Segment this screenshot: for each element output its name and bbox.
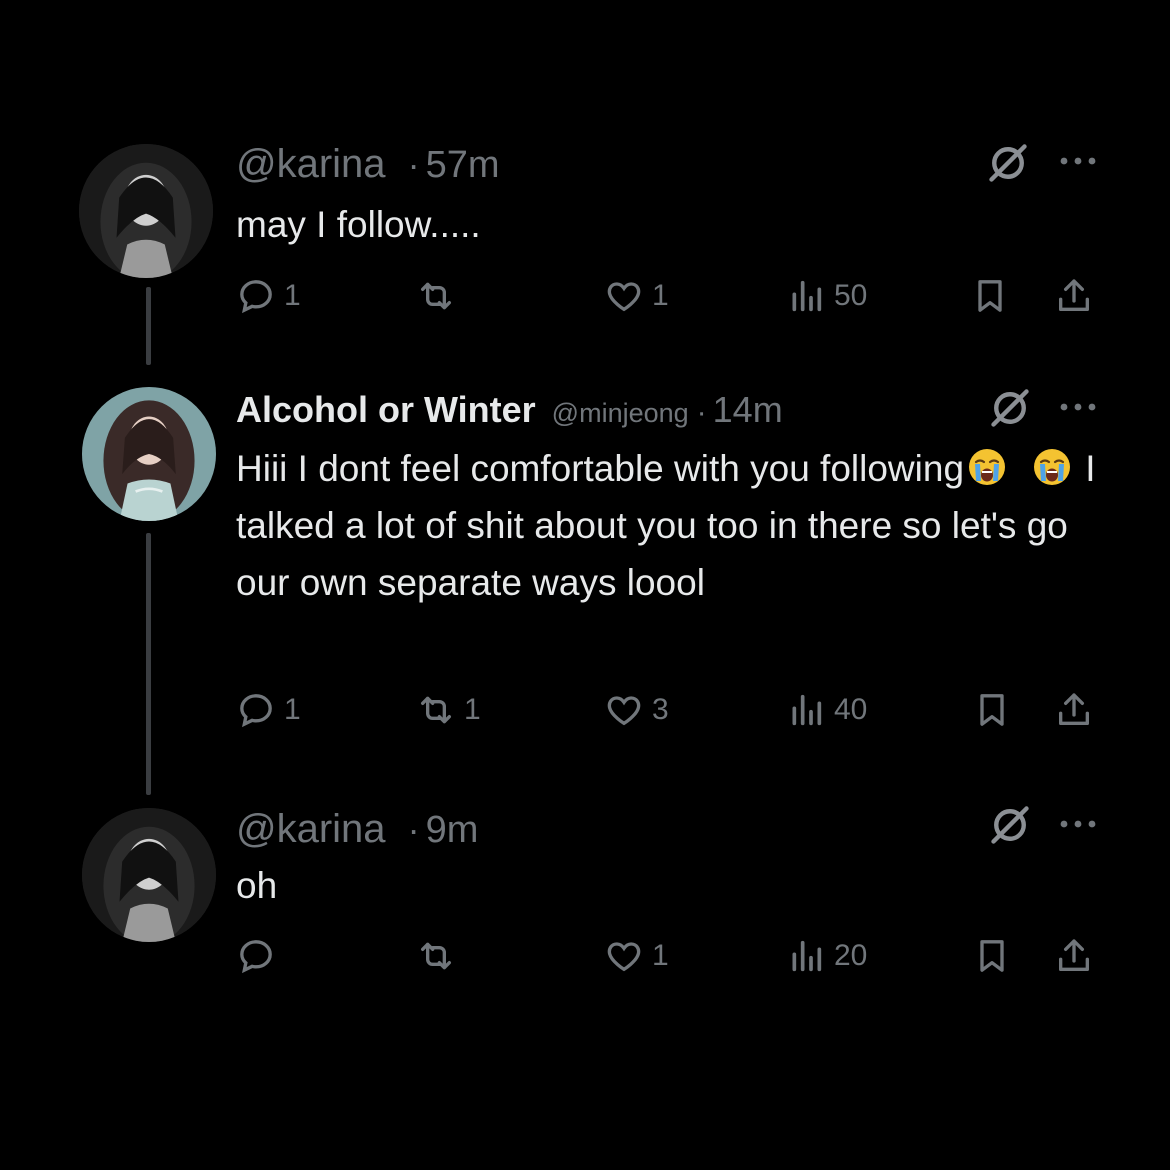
like-button[interactable]: 1 bbox=[604, 276, 669, 316]
views-icon bbox=[792, 280, 822, 312]
reply-icon bbox=[240, 694, 272, 728]
repost-count: 1 bbox=[464, 693, 481, 726]
share-icon bbox=[1059, 279, 1089, 311]
views-button[interactable]: 20 bbox=[786, 936, 867, 976]
views-count: 40 bbox=[834, 693, 868, 726]
avatar-image bbox=[82, 808, 216, 942]
repost-button[interactable] bbox=[416, 276, 464, 316]
share-button[interactable] bbox=[1054, 936, 1094, 976]
more-icon[interactable] bbox=[1058, 401, 1098, 413]
tweet-text: Hiii I dont feel comfortable with you fo… bbox=[236, 440, 1116, 611]
tweet-actions: 1 1 50 bbox=[236, 276, 1106, 320]
reply-button[interactable] bbox=[236, 936, 284, 976]
avatar-image bbox=[79, 144, 213, 278]
bookmark-button[interactable] bbox=[972, 690, 1012, 730]
tweet-time[interactable]: 9m bbox=[426, 809, 479, 852]
reply-count: 1 bbox=[284, 693, 301, 726]
avatar[interactable] bbox=[82, 808, 216, 942]
share-icon bbox=[1059, 693, 1089, 725]
avatar[interactable] bbox=[79, 144, 213, 278]
bookmark-button[interactable] bbox=[970, 276, 1010, 316]
tweet-display-name[interactable]: Alcohol or Winter bbox=[236, 389, 536, 431]
grok-icon[interactable] bbox=[986, 141, 1030, 185]
bookmark-icon bbox=[978, 280, 1002, 312]
thread-line bbox=[146, 533, 151, 795]
like-button[interactable]: 3 bbox=[604, 690, 669, 730]
more-icon[interactable] bbox=[1058, 818, 1098, 830]
views-button[interactable]: 50 bbox=[786, 276, 867, 316]
repost-icon bbox=[421, 942, 451, 970]
grok-icon[interactable] bbox=[988, 386, 1032, 430]
reply-icon bbox=[240, 280, 272, 314]
views-button[interactable]: 40 bbox=[786, 690, 867, 730]
tweet-text: may I follow..... bbox=[236, 204, 481, 245]
reply-button[interactable]: 1 bbox=[236, 690, 301, 730]
bookmark-icon bbox=[980, 694, 1004, 726]
repost-icon bbox=[421, 696, 451, 724]
tweet-header: @karina · 57m bbox=[236, 142, 499, 187]
separator-dot: · bbox=[407, 809, 420, 850]
grok-icon[interactable] bbox=[988, 803, 1032, 847]
reply-icon bbox=[240, 940, 272, 974]
loudly-crying-face-emoji bbox=[969, 449, 1006, 485]
tweet-actions: 1 1 3 40 bbox=[236, 690, 1106, 734]
share-button[interactable] bbox=[1054, 276, 1094, 316]
tweet-header: Alcohol or Winter @minjeong · 14m bbox=[236, 389, 783, 431]
views-icon bbox=[792, 940, 822, 972]
share-icon bbox=[1059, 939, 1089, 971]
tweet-handle[interactable]: @karina bbox=[236, 142, 386, 187]
like-count: 3 bbox=[652, 693, 669, 726]
heart-icon bbox=[607, 282, 641, 312]
tweet-time[interactable]: 14m bbox=[713, 389, 783, 431]
views-count: 50 bbox=[834, 279, 868, 312]
views-count: 20 bbox=[834, 939, 868, 972]
thread-line bbox=[146, 287, 151, 365]
like-count: 1 bbox=[652, 279, 669, 312]
heart-icon bbox=[607, 696, 641, 726]
like-count: 1 bbox=[652, 939, 669, 972]
repost-icon bbox=[421, 282, 451, 310]
tweet-text-part: Hiii I dont feel comfortable with you fo… bbox=[236, 448, 965, 489]
avatar[interactable] bbox=[82, 387, 216, 521]
reply-button[interactable]: 1 bbox=[236, 276, 301, 316]
tweet-text: oh bbox=[236, 865, 278, 906]
loudly-crying-face-emoji bbox=[1034, 449, 1071, 485]
bookmark-icon bbox=[980, 940, 1004, 972]
share-button[interactable] bbox=[1054, 690, 1094, 730]
repost-button[interactable] bbox=[416, 936, 464, 976]
separator-dot: · bbox=[696, 396, 707, 429]
tweet-actions: 1 20 bbox=[236, 936, 1106, 980]
views-icon bbox=[792, 694, 822, 726]
separator-dot: · bbox=[407, 144, 420, 185]
avatar-image bbox=[82, 387, 216, 521]
tweet-handle[interactable]: @minjeong bbox=[552, 398, 689, 429]
heart-icon bbox=[607, 942, 641, 972]
bookmark-button[interactable] bbox=[972, 936, 1012, 976]
tweet-handle[interactable]: @karina bbox=[236, 807, 386, 852]
reply-count: 1 bbox=[284, 279, 301, 312]
tweet-header: @karina · 9m bbox=[236, 807, 478, 852]
like-button[interactable]: 1 bbox=[604, 936, 669, 976]
repost-button[interactable]: 1 bbox=[416, 690, 481, 730]
tweet-time[interactable]: 57m bbox=[426, 144, 500, 187]
more-icon[interactable] bbox=[1058, 155, 1098, 167]
